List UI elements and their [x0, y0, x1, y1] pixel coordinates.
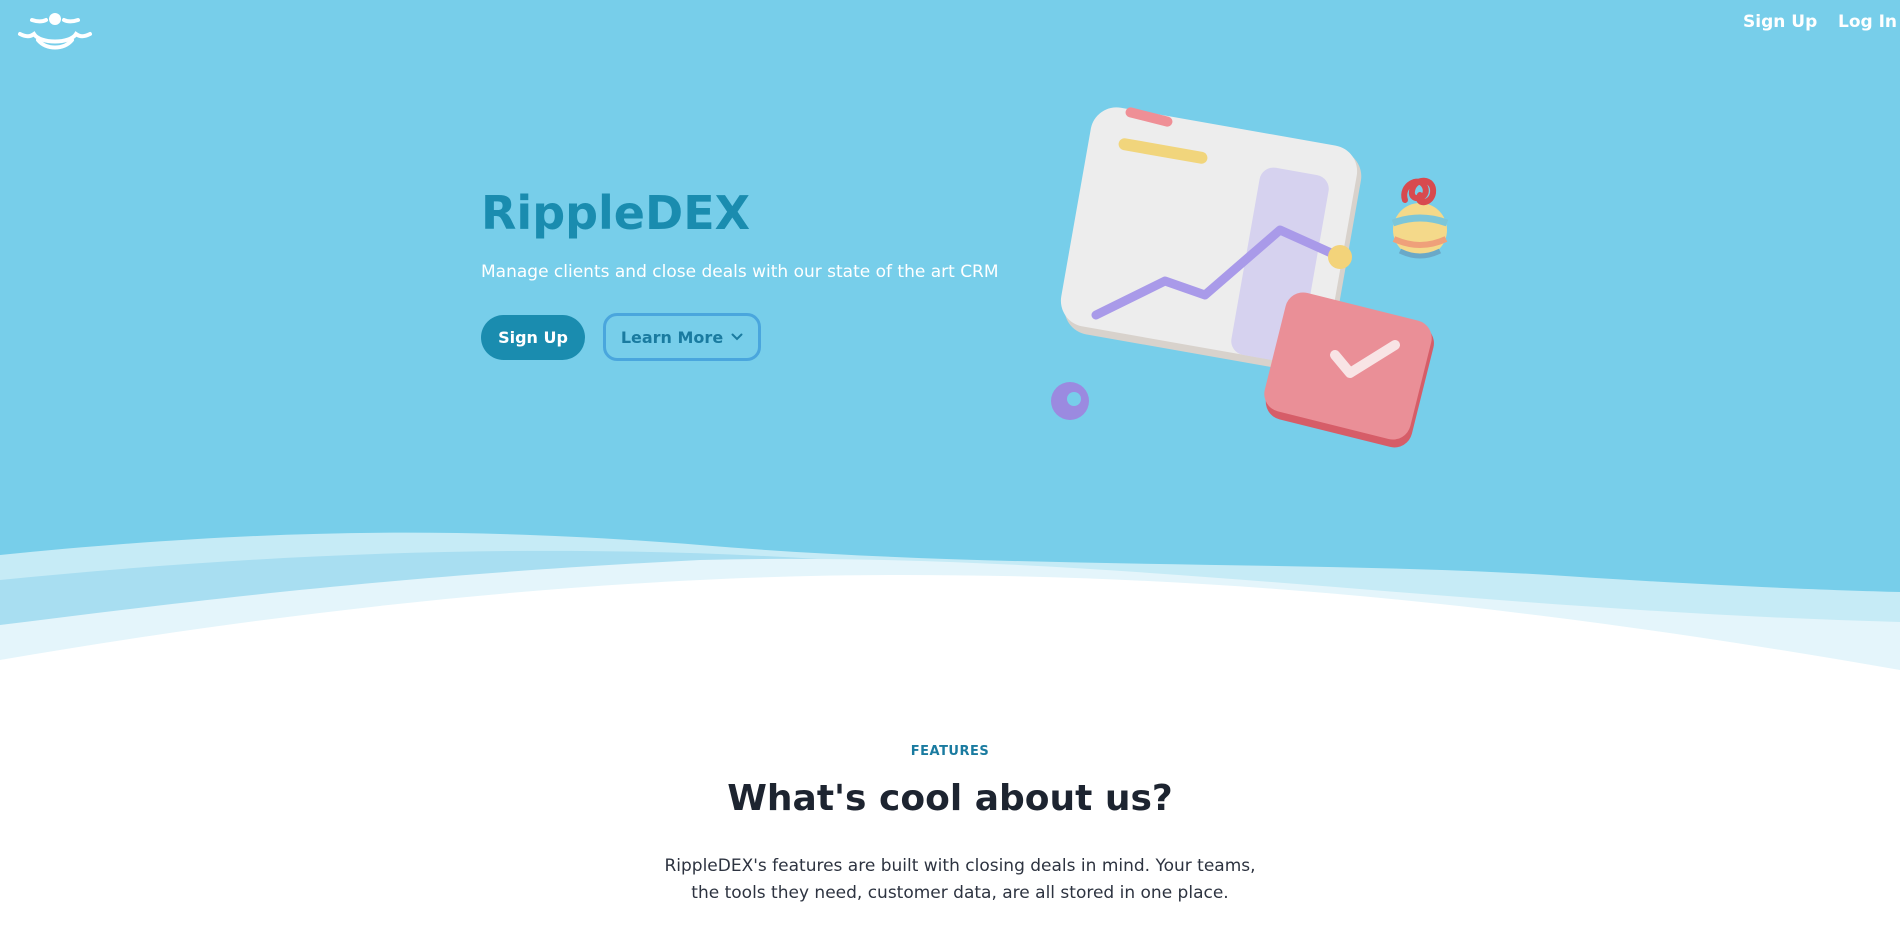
- hero-title: RippleDEX: [481, 186, 751, 240]
- features-label: FEATURES: [910, 744, 990, 759]
- hero-signup-button[interactable]: Sign Up: [481, 315, 585, 360]
- check-card: [1264, 292, 1434, 448]
- hero-signup-label: Sign Up: [498, 328, 568, 347]
- landing-page: Sign Up Log In RippleDEX Manage clients …: [0, 0, 1900, 925]
- chevron-down-icon: [731, 330, 743, 344]
- learn-more-button[interactable]: Learn More: [603, 313, 761, 361]
- hero-section: Sign Up Log In RippleDEX Manage clients …: [0, 0, 1900, 700]
- features-description: RippleDEX's features are built with clos…: [664, 856, 1256, 903]
- donut-shape: [1051, 382, 1089, 420]
- striped-ball: [1391, 203, 1449, 259]
- nav-signup-link[interactable]: Sign Up: [1743, 12, 1817, 32]
- red-spring: [1401, 177, 1437, 206]
- hero-subtitle: Manage clients and close deals with our …: [481, 262, 999, 282]
- learn-more-label: Learn More: [620, 327, 724, 347]
- ripple-logo-icon[interactable]: [16, 10, 94, 52]
- crm-chart-illustration: [1051, 107, 1449, 448]
- nav-login-link[interactable]: Log In: [1838, 12, 1897, 32]
- features-heading: What's cool about us?: [727, 778, 1173, 819]
- wave-divider: [0, 532, 1900, 700]
